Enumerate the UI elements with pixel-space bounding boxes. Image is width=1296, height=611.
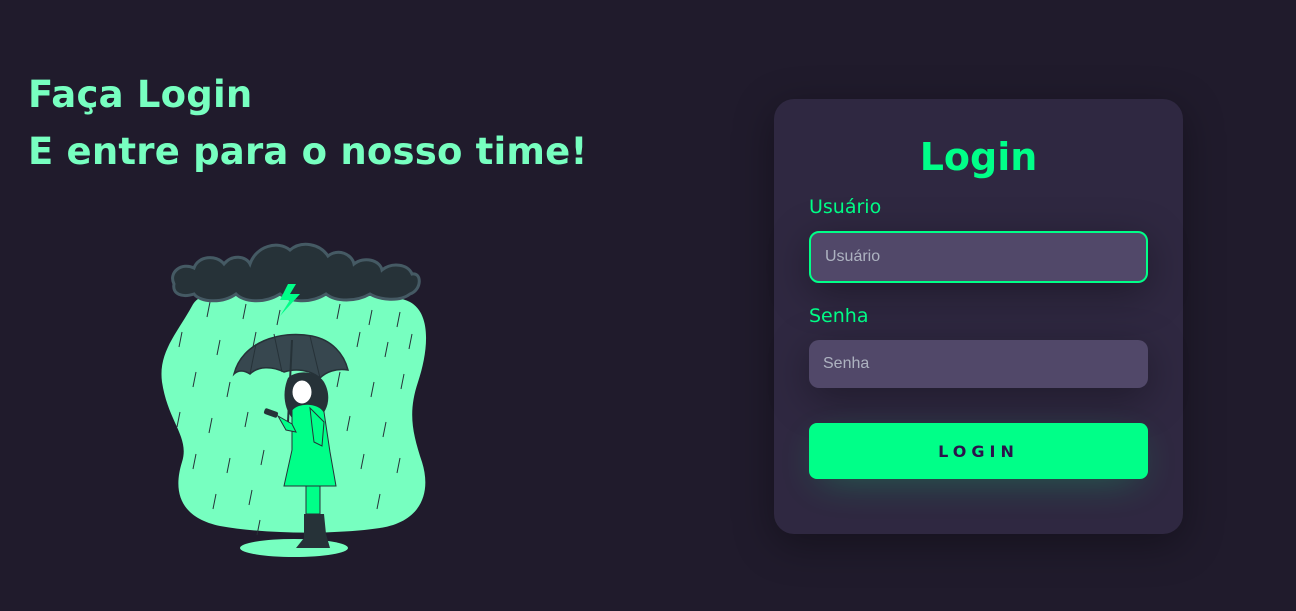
cloud-icon <box>171 242 421 303</box>
login-title: Login <box>919 135 1038 179</box>
rain-umbrella-illustration <box>161 242 427 557</box>
password-input[interactable] <box>809 340 1148 388</box>
hero-subtitle: E entre para o nosso time! <box>28 130 588 173</box>
username-label: Usuário <box>809 196 882 218</box>
login-card: Login Usuário Senha LOGIN <box>774 99 1183 534</box>
password-label: Senha <box>809 305 869 327</box>
username-input[interactable] <box>809 231 1148 283</box>
hero-section: Faça Login E entre para o nosso time! <box>28 66 588 180</box>
ground-shadow <box>240 539 348 557</box>
hero-title: Faça Login <box>28 73 253 116</box>
login-page: Faça Login E entre para o nosso time! Lo… <box>0 0 1296 611</box>
login-button[interactable]: LOGIN <box>809 423 1148 479</box>
